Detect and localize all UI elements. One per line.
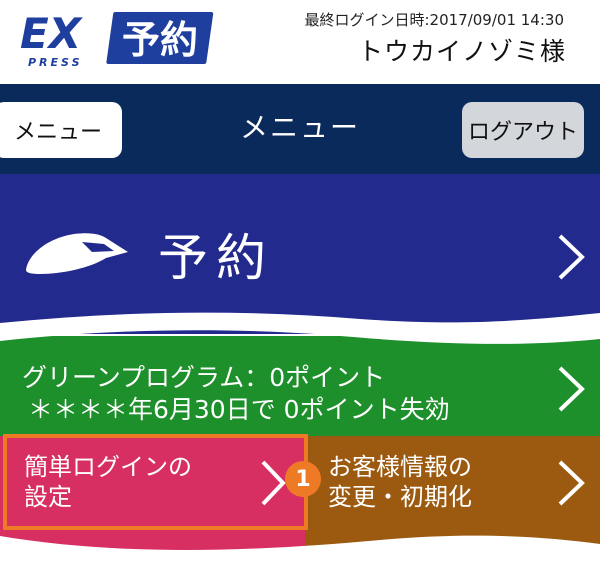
- logo-ex-text: EX: [20, 9, 84, 58]
- train-icon: [26, 233, 128, 274]
- green-program-points: グリーンプログラム：0ポイント: [22, 363, 386, 392]
- logo-yoyaku-text: 予約: [122, 18, 198, 62]
- step-number-badge: 1: [285, 461, 321, 497]
- customer-info-label: お客様情報の 変更・初期化: [328, 453, 472, 511]
- simple-login-label: 簡単ログインの 設定: [24, 453, 192, 511]
- green-program-expiry: ＊＊＊＊年6月30日で 0ポイント失効: [28, 395, 450, 424]
- chevron-right-icon: [261, 460, 286, 506]
- last-login-time: 最終ログイン日時:2017/09/01 14:30: [304, 11, 564, 29]
- chevron-right-icon: [558, 366, 585, 412]
- ex-press-logo[interactable]: EX PRESS 予約: [18, 8, 216, 70]
- username: トウカイノゾミ様: [357, 37, 566, 66]
- app-frame: EX PRESS 予約 最終ログイン日時:2017/09/01 14:30 トウ…: [0, 0, 600, 562]
- logo-press-text: PRESS: [28, 56, 83, 69]
- chevron-right-icon: [558, 234, 585, 280]
- chevron-right-icon: [558, 460, 585, 506]
- reserve-label: 予約: [158, 229, 274, 287]
- logout-button[interactable]: ログアウト: [462, 102, 584, 158]
